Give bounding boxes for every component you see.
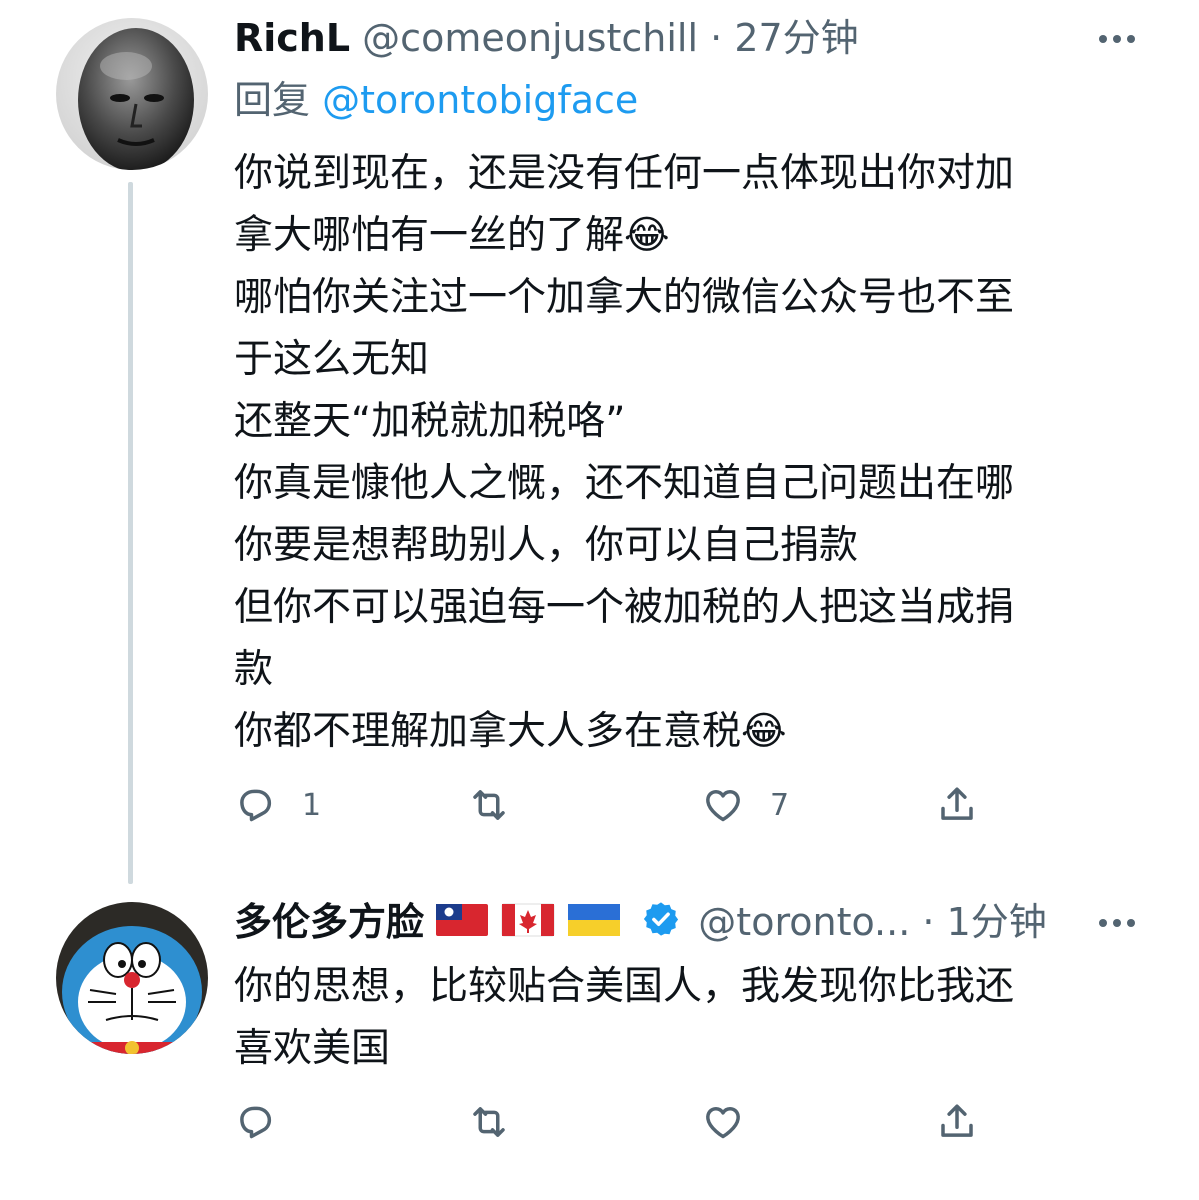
separator-dot: · <box>710 16 723 60</box>
tweet-text-line: 你都不理解加拿大人多在意税😂 <box>234 709 787 754</box>
author-handle[interactable]: @toronto... <box>698 900 910 944</box>
like-count: 7 <box>770 787 790 823</box>
author-handle[interactable]: @comeonjustchill <box>362 16 698 60</box>
tweet-time[interactable]: 27分钟 <box>734 16 858 60</box>
author-name[interactable]: 多伦多方脸 <box>234 900 424 944</box>
tweet-header: RichL @comeonjustchill · 27分钟 <box>234 14 859 62</box>
tweet-actions: 1 7 <box>234 781 994 829</box>
tweet-body: 你说到现在，还是没有任何一点体现出你对加 拿大哪怕有一丝的了解😂 哪怕你关注过一… <box>234 143 1134 763</box>
retweet-icon <box>473 790 505 820</box>
tweet-time[interactable]: 1分钟 <box>947 900 1047 944</box>
doraemon-avatar-icon <box>56 902 208 1054</box>
avatar-torontobigface[interactable] <box>56 902 208 1054</box>
tweet-text-line: 你要是想帮助别人，你可以自己捐款 <box>234 523 859 568</box>
more-options-icon[interactable] <box>1097 914 1137 927</box>
reply-to-handle[interactable]: @torontobigface <box>322 78 638 122</box>
heart-icon <box>706 1106 740 1139</box>
tweet-actions <box>234 1098 994 1146</box>
reply-button[interactable]: 1 <box>234 781 321 829</box>
flag-emojis <box>436 901 622 949</box>
thread-connector-line <box>128 182 133 884</box>
share-icon <box>941 1104 973 1137</box>
tweet-text-line: 于这么无知 <box>234 337 430 382</box>
reply-icon <box>240 789 272 822</box>
avatar-richl[interactable] <box>56 18 208 170</box>
share-button[interactable] <box>936 1098 978 1146</box>
reply-icon <box>240 1106 272 1139</box>
tweet-text-line: 拿大哪怕有一丝的了解😂 <box>234 213 670 258</box>
reply-prefix: 回复 <box>234 78 311 122</box>
tweet-text-line: 哪怕你关注过一个加拿大的微信公众号也不至 <box>234 275 1015 320</box>
tweet-text-line: 款 <box>234 647 274 692</box>
author-name[interactable]: RichL <box>234 16 350 60</box>
tweet-text-line: 还整天“加税就加税咯” <box>234 399 626 444</box>
retweet-icon <box>473 1107 505 1137</box>
tweet-text-line: 喜欢美国 <box>234 1026 391 1071</box>
like-button[interactable]: 7 <box>702 781 789 829</box>
like-button[interactable] <box>702 1098 770 1146</box>
tweet-text-line: 你真是慷他人之慨，还不知道自己问题出在哪 <box>234 461 1015 506</box>
bald-man-portrait-icon <box>56 18 208 170</box>
retweet-button[interactable] <box>468 1098 536 1146</box>
tweet-2[interactable]: 多伦多方脸 @toronto... · 1分钟 你的思想，比较贴合美国人，我发现… <box>0 884 1199 1200</box>
tweet-1[interactable]: RichL @comeonjustchill · 27分钟 回复 @toront… <box>0 0 1199 884</box>
tweet-body: 你的思想，比较贴合美国人，我发现你比我还 喜欢美国 <box>234 956 1134 1080</box>
reply-button[interactable] <box>234 1098 302 1146</box>
taiwan-flag-icon <box>436 903 489 936</box>
reply-to-line: 回复 @torontobigface <box>234 76 638 124</box>
reply-count: 1 <box>302 787 322 823</box>
tweet-header: 多伦多方脸 @toronto... · 1分钟 <box>234 898 1047 949</box>
tweet-text-line: 你的思想，比较贴合美国人，我发现你比我还 <box>234 964 1015 1009</box>
more-options-icon[interactable] <box>1097 30 1137 43</box>
tweet-text-line: 你说到现在，还是没有任何一点体现出你对加 <box>234 151 1015 196</box>
heart-icon <box>706 789 740 822</box>
ukraine-flag-icon <box>568 903 621 936</box>
separator-dot: · <box>922 900 935 944</box>
share-icon <box>941 787 973 820</box>
tweet-text-line: 但你不可以强迫每一个被加税的人把这当成捐 <box>234 585 1015 630</box>
canada-flag-icon <box>501 903 555 936</box>
verified-badge-icon <box>642 900 680 949</box>
share-button[interactable] <box>936 781 978 829</box>
retweet-button[interactable] <box>468 781 536 829</box>
